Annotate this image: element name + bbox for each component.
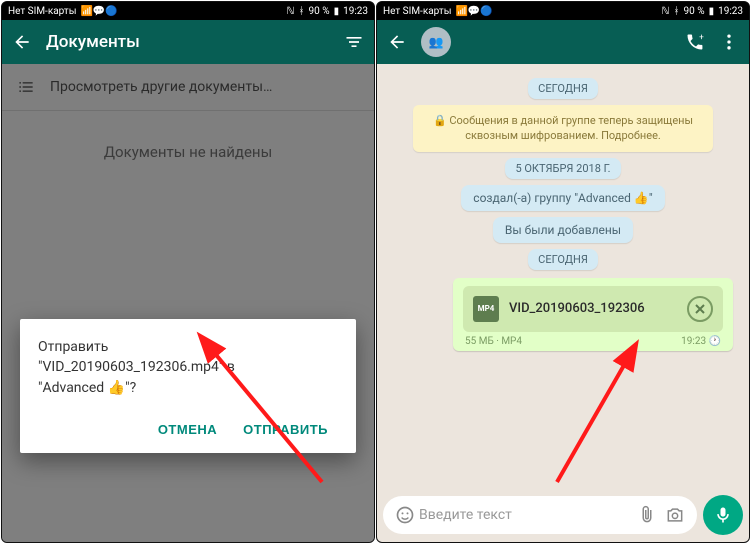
encryption-notice[interactable]: 🔒 Сообщения в данной группе теперь защищ… [413, 105, 713, 152]
file-type-icon: MP4 [473, 296, 499, 322]
back-icon-r[interactable] [387, 32, 407, 52]
left-phone: Нет SIM-карты📶💬🔵 ℕᚼ90 %▮19:23 Документы … [1, 1, 375, 543]
camera-icon[interactable] [665, 505, 685, 525]
battery-icon: ▮ [334, 6, 340, 17]
time: 19:23 [343, 6, 368, 17]
send-dialog: Отправить "VID_20190603_192306.mp4" в "A… [20, 319, 356, 453]
nfc-icon: ℕ [287, 6, 295, 17]
back-icon[interactable] [12, 32, 32, 52]
bt-icon: ᚼ [299, 6, 305, 17]
attach-icon[interactable] [637, 505, 657, 525]
dialog-line2: "VID_20190603_192306.mp4" в [38, 359, 235, 375]
dialog-line3: "Advanced 👍"? [38, 380, 136, 396]
system-added: Вы были добавлены [493, 217, 633, 243]
nfc-icon-r: ℕ [662, 6, 670, 17]
status-icons-left-r: 📶💬🔵 [455, 6, 492, 17]
right-appbar: 👥 + [377, 20, 749, 64]
status-icons-left: 📶💬🔵 [80, 6, 117, 17]
file-time: 19:23 🕐 [681, 336, 721, 347]
message-placeholder: Введите текст [419, 507, 633, 523]
bt-icon-r: ᚼ [674, 6, 680, 17]
date-chip: СЕГОДНЯ [528, 78, 598, 99]
cancel-button[interactable]: ОТМЕНА [148, 414, 227, 445]
date-chip-3: СЕГОДНЯ [528, 249, 598, 270]
svg-text:+: + [699, 33, 704, 43]
call-icon[interactable]: + [685, 32, 705, 52]
documents-area: Просмотреть другие документы… Документы … [2, 64, 374, 542]
time-r: 19:23 [718, 6, 743, 17]
file-meta: 55 МБ · MP4 [465, 336, 522, 347]
message-field[interactable]: Введите текст [383, 496, 697, 534]
dim-overlay[interactable] [2, 64, 374, 542]
cancel-upload-button[interactable] [687, 296, 713, 322]
left-appbar: Документы [2, 20, 374, 64]
emoji-icon[interactable] [395, 505, 415, 525]
dialog-line1: Отправить [38, 339, 108, 355]
status-bar-r: Нет SIM-карты 📶💬🔵 ℕᚼ 90 % ▮19:23 [377, 2, 749, 20]
page-title: Документы [46, 32, 330, 52]
sim-status: Нет SIM-карты [8, 6, 76, 17]
mic-button[interactable] [703, 495, 743, 535]
sim-status-r: Нет SIM-карты [383, 6, 451, 17]
date-chip-2: 5 ОКТЯБРЯ 2018 Г. [505, 158, 620, 179]
right-phone: Нет SIM-карты 📶💬🔵 ℕᚼ 90 % ▮19:23 👥 + СЕГОДН… [376, 1, 750, 543]
battery-text-r: 90 % [684, 6, 705, 17]
chat-area[interactable]: СЕГОДНЯ 🔒 Сообщения в данной группе тепе… [377, 64, 749, 512]
group-avatar[interactable]: 👥 [421, 27, 451, 57]
battery-text: 90 % [309, 6, 330, 17]
file-message[interactable]: MP4 VID_20190603_192306 55 МБ · MP4 19:2… [453, 278, 733, 351]
more-icon[interactable] [719, 32, 739, 52]
file-name: VID_20190603_192306 [509, 301, 677, 316]
input-bar: Введите текст [377, 488, 749, 542]
send-button[interactable]: ОТПРАВИТЬ [233, 414, 338, 445]
status-bar: Нет SIM-карты 📶💬🔵 ℕᚼ 90 % ▮19:23 [2, 2, 374, 20]
battery-icon-r: ▮ [709, 6, 715, 17]
filter-icon[interactable] [344, 32, 364, 52]
system-created: создал(-а) группу "Advanced 👍" [461, 185, 664, 211]
